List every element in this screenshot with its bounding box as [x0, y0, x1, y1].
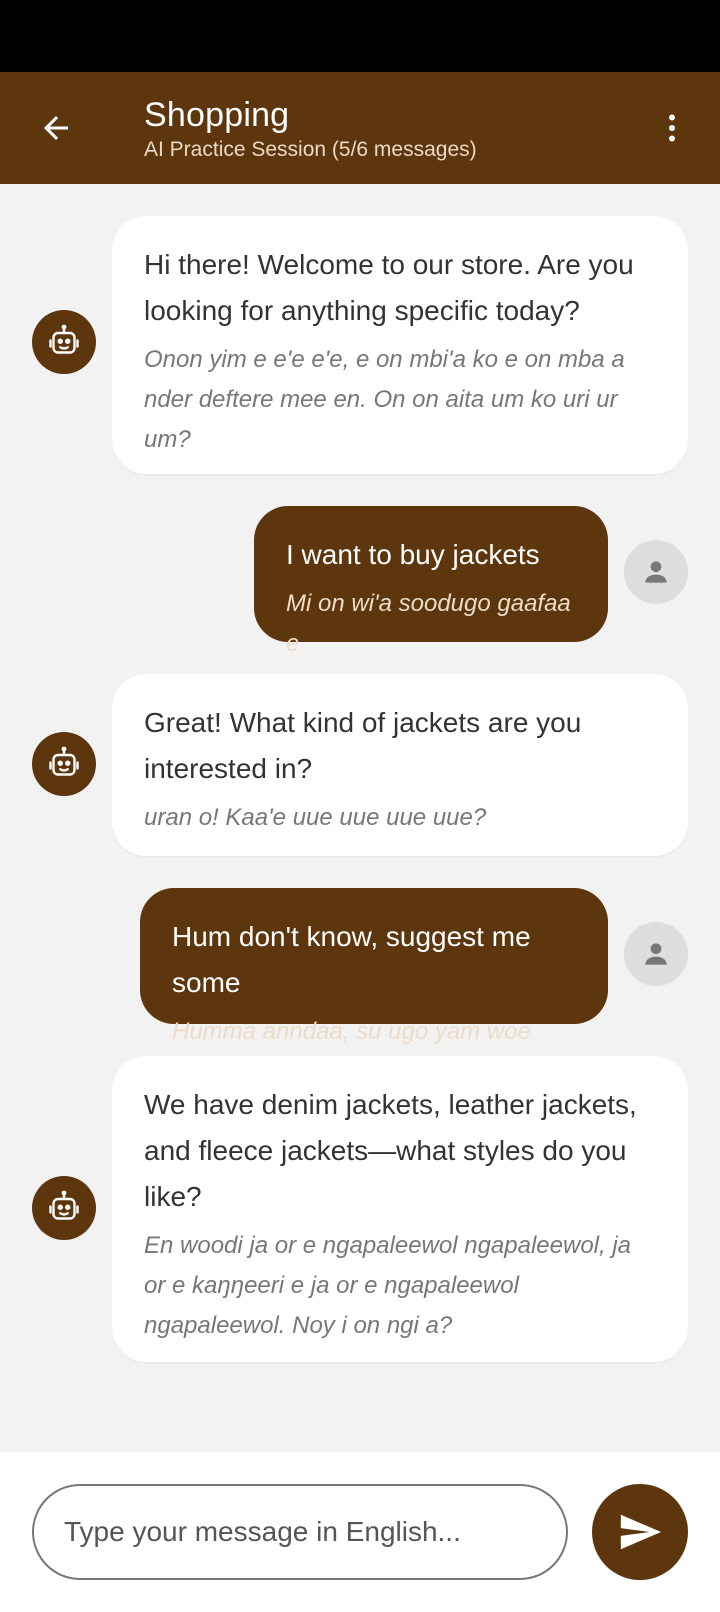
user-message: I want to buy jackets Mi on wi'a soodugo… [254, 506, 608, 657]
app-bar: Shopping AI Practice Session (5/6 messag… [0, 72, 720, 184]
user-avatar [624, 540, 688, 604]
arrow-left-icon [44, 116, 68, 140]
robot-icon [49, 746, 79, 776]
message-text: We have denim jackets, leather jackets, … [144, 1089, 637, 1212]
message-translation: En woodi ja or e ngapaleewol ngapaleewol… [144, 1232, 632, 1339]
message-text: Hi there! Welcome to our store. Are you … [144, 249, 634, 326]
more-options-button[interactable] [648, 100, 696, 156]
status-bar [0, 0, 720, 72]
person-icon [645, 943, 667, 965]
message-text: I want to buy jackets [286, 539, 540, 570]
message-text: Great! What kind of jackets are you inte… [144, 707, 582, 784]
chat-list[interactable]: Hi there! Welcome to our store. Are you … [0, 184, 720, 1452]
message-translation: uran o! Kaa'e uue uue uue uue? [144, 804, 487, 831]
more-vert-icon [669, 114, 675, 142]
message-translation: Onon yim e e'e e'e, e on mbi'a ko e on m… [144, 346, 625, 453]
message-input[interactable] [32, 1484, 568, 1580]
user-avatar [624, 922, 688, 986]
bot-avatar [32, 732, 96, 796]
message-translation: Humma anndaa, su ugo yam woe [172, 1018, 531, 1045]
bot-message: We have denim jackets, leather jackets, … [112, 1056, 688, 1362]
composer [0, 1452, 720, 1612]
robot-icon [49, 324, 79, 354]
page-subtitle: AI Practice Session (5/6 messages) [144, 138, 477, 161]
send-icon [620, 1514, 662, 1550]
bot-avatar [32, 310, 96, 374]
message-translation: Mi on wi'a soodugo gaafaa e [286, 590, 571, 657]
user-message: Hum don't know, suggest me some Humma an… [140, 888, 608, 1045]
bot-message: Great! What kind of jackets are you inte… [112, 674, 688, 856]
back-button[interactable] [28, 100, 84, 156]
message-text: Hum don't know, suggest me some [172, 921, 531, 998]
send-button[interactable] [592, 1484, 688, 1580]
bot-message: Hi there! Welcome to our store. Are you … [112, 216, 688, 474]
bot-avatar [32, 1176, 96, 1240]
robot-icon [49, 1190, 79, 1220]
person-icon [645, 561, 667, 583]
page-title: Shopping [144, 96, 290, 134]
